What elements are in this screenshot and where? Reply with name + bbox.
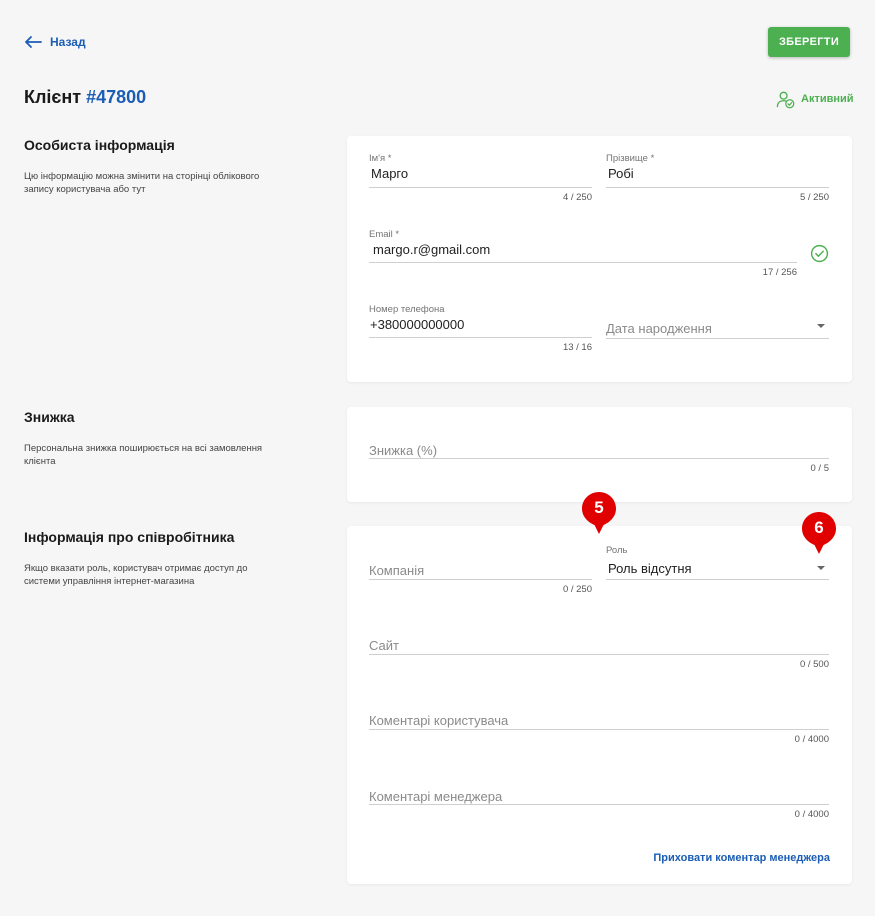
site-counter: 0 / 500	[799, 659, 829, 670]
last-name-underline	[606, 187, 829, 188]
birth-date-select[interactable]: Дата народження	[606, 304, 829, 344]
site-placeholder: Сайт	[369, 638, 399, 653]
arrow-left-icon	[25, 36, 42, 48]
title-prefix: Клієнт	[24, 87, 82, 107]
status-badge: Активний	[776, 89, 854, 109]
phone-counter: 13 / 16	[562, 342, 592, 353]
company-placeholder: Компанія	[369, 563, 425, 578]
last-name-value: Робі	[608, 166, 634, 181]
user-comments-counter: 0 / 4000	[794, 734, 829, 745]
site-underline	[369, 654, 829, 655]
status-label: Активний	[801, 93, 854, 105]
user-comments-placeholder: Коментарі користувача	[369, 713, 509, 728]
employee-section-title: Інформація про співробітника	[24, 529, 235, 545]
phone-field[interactable]: Номер телефона +380000000000 13 / 16	[369, 304, 592, 354]
first-name-underline	[369, 187, 592, 188]
chevron-down-icon	[817, 566, 825, 570]
last-name-label: Прізвище *	[606, 153, 655, 164]
birth-date-placeholder: Дата народження	[606, 321, 712, 336]
back-link[interactable]: Назад	[24, 32, 86, 52]
personal-section-description: Цю інформацію можна змінити на сторінці …	[24, 171, 260, 195]
phone-underline	[369, 337, 592, 338]
manager-comments-counter: 0 / 4000	[794, 809, 829, 820]
discount-section-title: Знижка	[24, 409, 75, 425]
phone-value: +380000000000	[370, 317, 465, 332]
employee-info-card: Компанія 0 / 250 Роль Роль відсутня Сайт…	[347, 526, 852, 884]
first-name-counter: 4 / 250	[562, 192, 592, 203]
discount-underline	[369, 458, 829, 459]
page-title: Клієнт #47800	[24, 87, 146, 108]
discount-card: Знижка (%) 0 / 5	[347, 407, 852, 502]
manager-comments-placeholder: Коментарі менеджера	[369, 789, 503, 804]
site-field[interactable]: Сайт 0 / 500	[369, 637, 829, 677]
company-counter: 0 / 250	[562, 584, 592, 595]
role-select[interactable]: Роль Роль відсутня	[606, 545, 829, 585]
first-name-field[interactable]: Ім'я * Марго 4 / 250	[369, 153, 592, 203]
role-underline	[606, 579, 829, 580]
user-comments-field[interactable]: Коментарі користувача 0 / 4000	[369, 713, 829, 753]
marker-number: 6	[814, 518, 824, 537]
discount-counter: 0 / 5	[810, 463, 830, 474]
hide-manager-comment-link[interactable]: Приховати коментар менеджера	[653, 852, 830, 864]
company-field[interactable]: Компанія 0 / 250	[369, 562, 592, 602]
email-label: Email *	[369, 229, 400, 240]
marker-number: 5	[594, 498, 604, 517]
first-name-label: Ім'я *	[369, 153, 392, 164]
save-button[interactable]: ЗБЕРЕГТИ	[768, 27, 850, 57]
back-label: Назад	[50, 35, 86, 49]
email-counter: 17 / 256	[762, 267, 797, 278]
role-value: Роль відсутня	[608, 561, 692, 576]
marker-5: 5	[581, 491, 617, 535]
discount-placeholder: Знижка (%)	[369, 443, 438, 458]
chevron-down-icon	[817, 324, 825, 328]
client-edit-page: Назад ЗБЕРЕГТИ Клієнт #47800 Активний Ос…	[0, 0, 875, 916]
marker-6: 6	[801, 511, 837, 555]
last-name-field[interactable]: Прізвище * Робі 5 / 250	[606, 153, 829, 203]
manager-comments-underline	[369, 804, 829, 805]
last-name-counter: 5 / 250	[799, 192, 829, 203]
company-underline	[369, 579, 592, 580]
discount-section-description: Персональна знижка поширюється на всі за…	[24, 443, 263, 467]
role-label: Роль	[606, 545, 628, 556]
birth-date-underline	[606, 338, 829, 339]
user-check-icon	[776, 91, 795, 108]
employee-section-description: Якщо вказати роль, користувач отримає до…	[24, 563, 248, 587]
user-comments-underline	[369, 729, 829, 730]
first-name-value: Марго	[371, 166, 409, 181]
email-verified-icon	[810, 244, 829, 263]
personal-section-title: Особиста інформація	[24, 137, 175, 153]
email-value: margo.r@gmail.com	[373, 242, 491, 257]
email-underline	[369, 262, 797, 263]
client-id: #47800	[86, 87, 147, 107]
discount-field[interactable]: Знижка (%) 0 / 5	[369, 441, 829, 481]
personal-info-card: Ім'я * Марго 4 / 250 Прізвище * Робі 5 /…	[347, 136, 852, 382]
email-field[interactable]: Email * margo.r@gmail.com 17 / 256	[369, 229, 797, 279]
phone-label: Номер телефона	[369, 304, 445, 315]
manager-comments-field[interactable]: Коментарі менеджера 0 / 4000	[369, 789, 829, 829]
